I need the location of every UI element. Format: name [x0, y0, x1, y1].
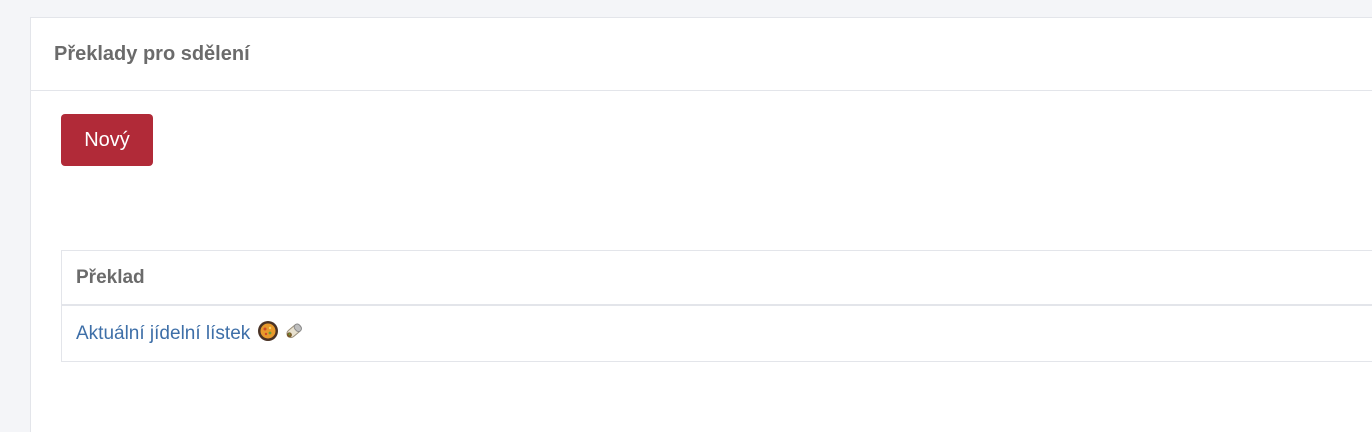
- panel-header: Překlady pro sdělení: [31, 18, 1372, 91]
- translations-table: Překlad Aktuální jídelní lístek: [61, 250, 1372, 362]
- table-row: Aktuální jídelní lístek: [62, 306, 1372, 361]
- paella-pan-icon: [256, 319, 280, 349]
- column-header-translation: Překlad: [62, 251, 1372, 306]
- burrito-icon: [282, 319, 306, 349]
- new-button[interactable]: Nový: [61, 114, 153, 166]
- page-title: Překlady pro sdělení: [54, 42, 250, 65]
- translation-link[interactable]: Aktuální jídelní lístek: [76, 323, 250, 345]
- translations-panel: Překlady pro sdělení Nový Překlad Aktuál…: [30, 17, 1372, 432]
